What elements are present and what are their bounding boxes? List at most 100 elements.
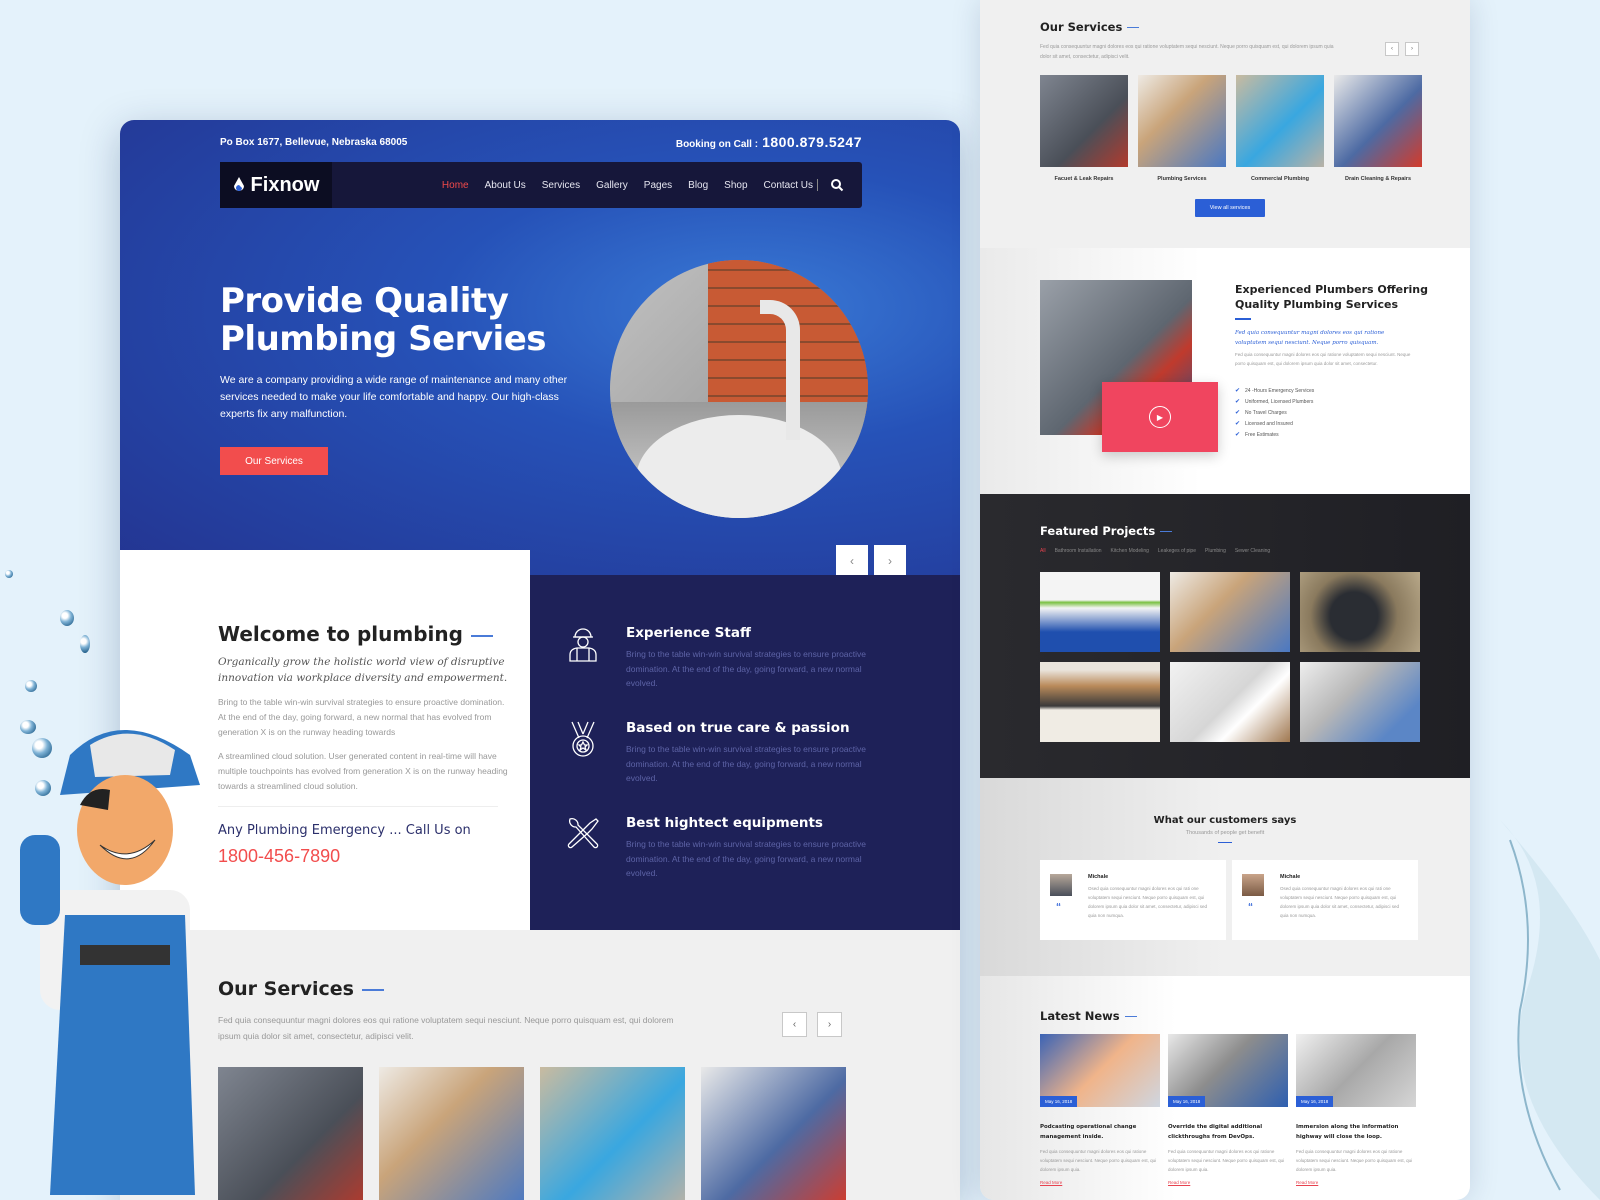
- tab-all[interactable]: All: [1040, 548, 1046, 554]
- project-filter-tabs: All Bathroom Installation Kitchen Modeling…: [1040, 548, 1270, 554]
- services-text: Fed quia consequuntur magni dolores eos …: [218, 1015, 674, 1041]
- latest-news-section: Latest News May 16, 2018 Podcasting oper…: [980, 976, 1470, 1200]
- nav-menu: Home About Us Services Gallery Pages Blog Shop…: [442, 180, 813, 191]
- project-image-kitchen[interactable]: [1040, 662, 1160, 742]
- testimonial-text: Osed quia consequuntur magni dolores eos…: [1088, 886, 1208, 918]
- service-card[interactable]: Plumbing Services: [1138, 75, 1226, 182]
- tab-plumbing[interactable]: Plumbing: [1205, 548, 1226, 554]
- service-card[interactable]: Drain Cleaning & Repairs: [1334, 75, 1422, 182]
- inner-pages-mockup: Our Services Fed quia consequuntur magni…: [980, 0, 1470, 1200]
- check-icon: ✔: [1235, 388, 1241, 394]
- news-excerpt: Fed quia consequuntur magni dolores eos …: [1168, 1149, 1285, 1172]
- tab-bathroom-installation[interactable]: Bathroom Installation: [1055, 548, 1102, 554]
- read-more-link[interactable]: Read More: [1040, 1180, 1160, 1185]
- service-caption: Drain Cleaning & Repairs: [1344, 176, 1412, 182]
- logo-text: Fixnow: [250, 173, 320, 196]
- quote-icon: “: [1056, 902, 1061, 913]
- services-prev-button[interactable]: ‹: [782, 1012, 807, 1037]
- booking-label: Booking on Call :: [675, 139, 759, 150]
- news-headline[interactable]: Podcasting operational change management…: [1040, 1122, 1160, 1142]
- news-excerpt: Fed quia consequuntur magni dolores eos …: [1040, 1149, 1157, 1172]
- checklist-item: ✔ Free Estimates: [1235, 432, 1279, 438]
- news-date: May 16, 2018: [1296, 1096, 1334, 1107]
- service-image-commercial[interactable]: [540, 1067, 685, 1200]
- services-next-button[interactable]: ›: [1405, 42, 1419, 56]
- nav-item-contact-us[interactable]: Contact Us: [764, 180, 813, 191]
- address-text: Po Box 1677, Bellevue, Nebraska 68005: [220, 136, 408, 148]
- feature-title: Based on true care & passion: [626, 720, 850, 736]
- service-image-drain[interactable]: [701, 1067, 846, 1200]
- worker-icon: [569, 628, 597, 662]
- experienced-text: Fed quia consequuntur magni dolores eos …: [1235, 352, 1411, 366]
- featured-projects-section: Featured Projects All Bathroom Installati…: [980, 494, 1470, 778]
- our-services-button[interactable]: Our Services: [220, 447, 328, 475]
- medal-icon: [571, 721, 595, 757]
- checklist-item: ✔ 24 -Hours Emergency Services: [1235, 388, 1315, 394]
- news-headline[interactable]: Override the digital additional clickthr…: [1168, 1122, 1288, 1142]
- news-image[interactable]: May 16, 2018: [1040, 1034, 1160, 1107]
- view-all-services-button[interactable]: View all services: [1195, 199, 1265, 217]
- tab-leakeges-of-pipe[interactable]: Leakeges of pipe: [1158, 548, 1196, 554]
- hero-prev-button[interactable]: ‹: [836, 545, 868, 577]
- project-image-plumber[interactable]: [1170, 572, 1290, 652]
- service-card[interactable]: Facuet & Leak Repairs: [1040, 75, 1128, 182]
- news-image[interactable]: May 16, 2018: [1168, 1034, 1288, 1107]
- tab-kitchen-modeling[interactable]: Kitchen Modeling: [1111, 548, 1149, 554]
- services-prev-button[interactable]: ‹: [1385, 42, 1399, 56]
- testimonial-card: “ Michale Osed quia consequuntur magni d…: [1040, 860, 1226, 940]
- experienced-section: ▶ Experienced Plumbers Offering Quality …: [980, 248, 1470, 494]
- testimonial-card: “ Michale Osed quia consequuntur magni d…: [1232, 860, 1418, 940]
- projects-title: Featured Projects: [1040, 524, 1173, 538]
- testimonial-name: Michale: [1088, 874, 1109, 880]
- nav-item-shop[interactable]: Shop: [724, 180, 747, 191]
- service-image-leak[interactable]: [218, 1067, 363, 1200]
- nav-item-services[interactable]: Services: [542, 180, 580, 191]
- testimonials-section: What our customers says Thousands of peo…: [980, 778, 1470, 976]
- feature-text: Bring to the table win-win survival stra…: [626, 839, 867, 878]
- services-next-button[interactable]: ›: [817, 1012, 842, 1037]
- nav-divider: [817, 179, 818, 191]
- testimonial-text: Osed quia consequuntur magni dolores eos…: [1280, 886, 1400, 918]
- features-panel: Experience Staff Bring to the table win-…: [530, 575, 960, 930]
- video-thumbnail[interactable]: ▶: [1102, 382, 1218, 452]
- hero-next-button[interactable]: ›: [874, 545, 906, 577]
- nav-item-home[interactable]: Home: [442, 180, 469, 191]
- experienced-title: Experienced Plumbers Offering Quality Pl…: [1235, 283, 1428, 311]
- tab-sewer-cleaning[interactable]: Sewer Cleaning: [1235, 548, 1270, 554]
- news-headline[interactable]: Immersion along the information highway …: [1296, 1122, 1416, 1142]
- check-icon: ✔: [1235, 399, 1241, 405]
- logo[interactable]: Fixnow: [220, 162, 332, 208]
- project-image-faucet-repair[interactable]: [1300, 662, 1420, 742]
- project-image-bathtub[interactable]: [1170, 662, 1290, 742]
- project-image-bathroom[interactable]: [1040, 572, 1160, 652]
- water-splash-decoration: [1500, 820, 1600, 1200]
- nav-item-gallery[interactable]: Gallery: [596, 180, 628, 191]
- nav-item-about-us[interactable]: About Us: [485, 180, 526, 191]
- hero-title: Provide Quality Plumbing Servies: [220, 282, 547, 358]
- emergency-text: Any Plumbing Emergency ... Call Us on: [218, 823, 471, 838]
- play-icon[interactable]: ▶: [1149, 406, 1171, 428]
- search-icon[interactable]: [830, 178, 844, 192]
- service-caption: Facuet & Leak Repairs: [1054, 176, 1114, 182]
- feature-title: Experience Staff: [626, 625, 751, 641]
- feature-text: Bring to the table win-win survival stra…: [626, 744, 867, 783]
- emergency-phone[interactable]: 1800-456-7890: [218, 846, 340, 867]
- checklist: ✔ 24 -Hours Emergency Services ✔ Uniformed…: [1235, 386, 1314, 441]
- quote-icon: “: [1248, 902, 1253, 913]
- project-image-sewer[interactable]: [1300, 572, 1420, 652]
- news-image[interactable]: May 16, 2018: [1296, 1034, 1416, 1107]
- welcome-para2: A streamlined cloud solution. User gener…: [218, 751, 508, 791]
- read-more-link[interactable]: Read More: [1168, 1180, 1288, 1185]
- divider: [218, 806, 498, 807]
- service-card[interactable]: Commercial Plumbing: [1236, 75, 1324, 182]
- main-nav: Fixnow Home About Us Services Gallery Pages B…: [220, 162, 862, 208]
- checklist-item: ✔ Licensed and Insured: [1235, 421, 1293, 427]
- services-section-compact: Our Services Fed quia consequuntur magni…: [980, 0, 1470, 248]
- hero-slider-nav: ‹ ›: [836, 545, 906, 577]
- read-more-link[interactable]: Read More: [1296, 1180, 1416, 1185]
- booking-phone[interactable]: 1800.879.5247: [762, 134, 862, 150]
- nav-item-blog[interactable]: Blog: [688, 180, 708, 191]
- welcome-italic: Organically grow the holistic world view…: [218, 656, 508, 684]
- nav-item-pages[interactable]: Pages: [644, 180, 672, 191]
- service-image-plumbing[interactable]: [379, 1067, 524, 1200]
